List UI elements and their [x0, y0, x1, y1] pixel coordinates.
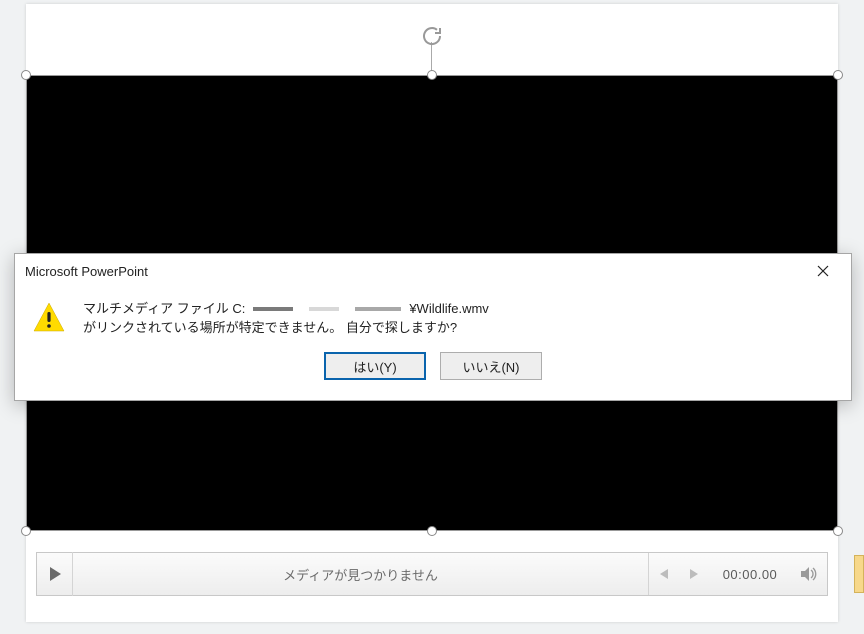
step-forward-button[interactable]	[679, 552, 709, 596]
close-button[interactable]	[801, 256, 845, 286]
redacted-path-2	[309, 307, 339, 311]
panel-edge	[854, 555, 864, 593]
dialog-message: マルチメディア ファイル C: ¥Wildlife.wmv がリンクされている場…	[83, 298, 833, 336]
redacted-path-1	[253, 307, 293, 311]
dialog-buttons: はい(Y) いいえ(N)	[15, 342, 851, 380]
dialog-title-text: Microsoft PowerPoint	[25, 264, 801, 279]
message-file: ¥Wildlife.wmv	[409, 301, 488, 316]
warning-icon	[33, 301, 65, 333]
resize-handle-br[interactable]	[833, 526, 843, 536]
yes-button-label: はい(Y)	[353, 357, 396, 376]
resize-handle-bl[interactable]	[21, 526, 31, 536]
message-post: がリンクされている場所が特定できません。 自分で探しますか?	[83, 317, 457, 336]
seek-track[interactable]: メディアが見つかりません	[73, 553, 649, 595]
resize-handle-tl[interactable]	[21, 70, 31, 80]
resize-handle-tm[interactable]	[427, 70, 437, 80]
no-button-label: いいえ(N)	[462, 357, 519, 376]
yes-button[interactable]: はい(Y)	[324, 352, 426, 380]
step-back-button[interactable]	[649, 552, 679, 596]
play-button[interactable]	[37, 552, 73, 596]
rotate-handle-icon[interactable]	[420, 24, 444, 48]
resize-handle-tr[interactable]	[833, 70, 843, 80]
message-pre: マルチメディア ファイル C:	[83, 298, 245, 317]
dialog-titlebar[interactable]: Microsoft PowerPoint	[15, 254, 851, 288]
dialog-body: マルチメディア ファイル C: ¥Wildlife.wmv がリンクされている場…	[15, 288, 851, 342]
no-button[interactable]: いいえ(N)	[440, 352, 542, 380]
time-label: 00:00.00	[709, 567, 791, 582]
redacted-path-3	[355, 307, 401, 311]
resize-handle-bm[interactable]	[427, 526, 437, 536]
media-status-text: メディアが見つかりません	[283, 565, 438, 584]
dialog: Microsoft PowerPoint マルチメディア ファイル C: ¥Wi…	[14, 253, 852, 401]
volume-button[interactable]	[791, 552, 827, 596]
media-control-bar: メディアが見つかりません 00:00.00	[36, 552, 828, 596]
